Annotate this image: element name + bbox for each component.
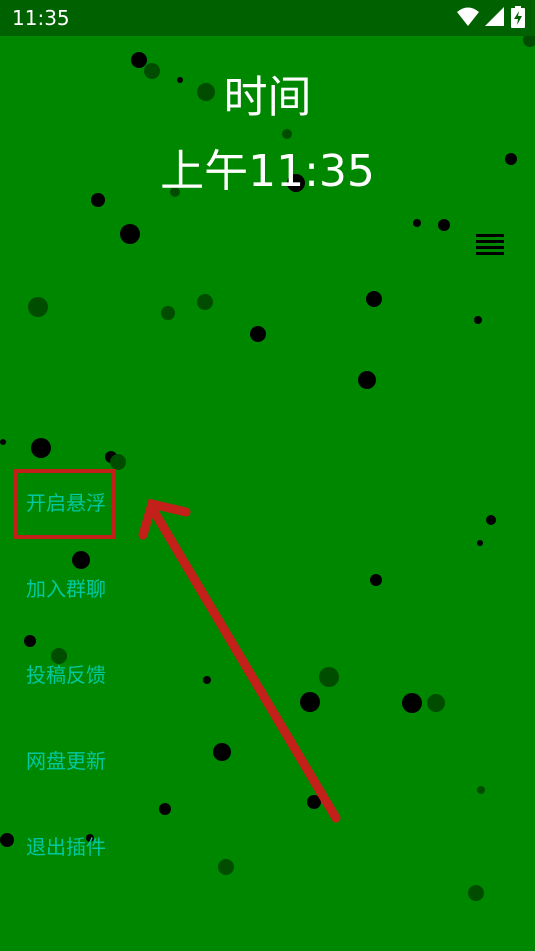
app-screen: 11:35 时间 上午11:35 开启悬浮 加入群聊 投稿反馈 网盘更新 退出插… (0, 0, 535, 951)
annotation-arrow-icon (138, 498, 341, 823)
